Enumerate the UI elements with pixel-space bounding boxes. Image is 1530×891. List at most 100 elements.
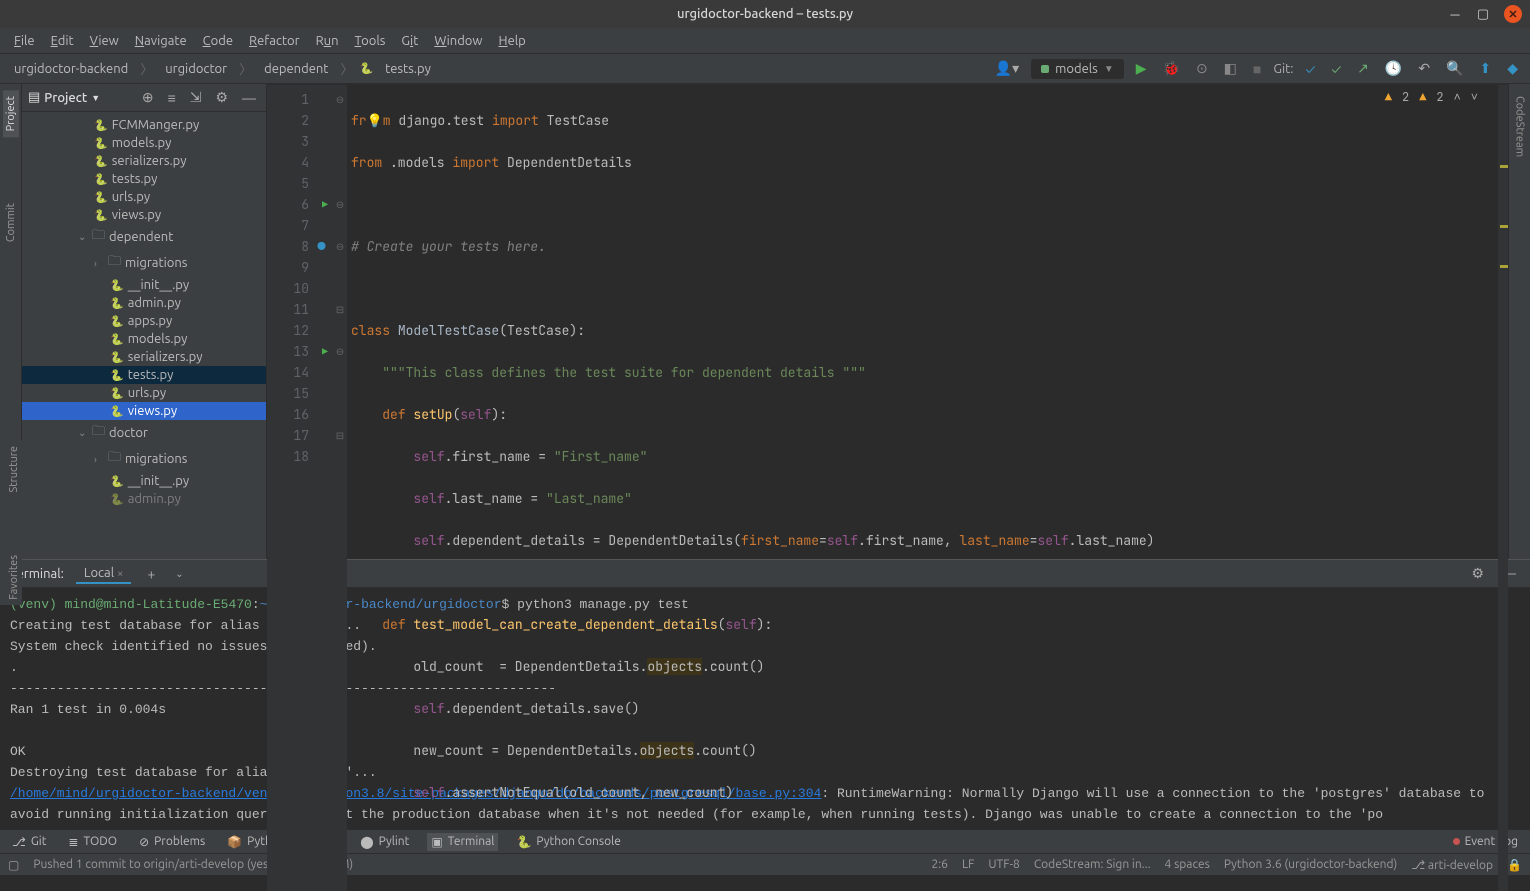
- chevron-right-icon: 〉: [239, 59, 252, 78]
- tree-file-tests: 🐍tests.py: [22, 366, 266, 384]
- chevron-down-icon: ▼: [1104, 63, 1114, 75]
- tree-file: 🐍__init__.py: [22, 472, 266, 490]
- close-icon[interactable]: ×: [117, 568, 123, 580]
- tree-file: 🐍models.py: [22, 134, 266, 152]
- run-marker-icon[interactable]: ▶: [317, 341, 333, 362]
- python-icon: 🐍: [94, 119, 108, 132]
- python-icon: 🐍: [110, 279, 124, 292]
- crumb-1[interactable]: urgidoctor: [159, 60, 233, 78]
- folder-icon: 🗀: [108, 448, 121, 470]
- project-header: ▤ Project ▼ ⊕ ≡ ⇲ ⚙ —: [22, 84, 266, 112]
- git-update-button[interactable]: ✓: [1301, 59, 1319, 79]
- user-icon[interactable]: 👤▾: [991, 58, 1023, 79]
- settings-icon[interactable]: ⚙: [211, 87, 232, 108]
- menu-file[interactable]: File: [8, 32, 41, 50]
- git-push-button[interactable]: ↗: [1353, 58, 1373, 79]
- window-title: urgidoctor-backend – tests.py: [677, 7, 853, 21]
- close-button[interactable]: ✕: [1504, 5, 1522, 23]
- python-icon: 🐍: [110, 475, 124, 488]
- menu-git[interactable]: Git: [395, 32, 424, 50]
- menu-edit[interactable]: Edit: [45, 32, 80, 50]
- lock-icon[interactable]: 🔒: [1507, 858, 1522, 872]
- coverage-button[interactable]: ⊙: [1192, 58, 1212, 79]
- locate-button[interactable]: ⊕: [138, 87, 158, 108]
- crumb-root[interactable]: urgidoctor-backend: [8, 60, 134, 78]
- run-button[interactable]: ▶: [1132, 58, 1151, 79]
- line-gutter: 123456789101112131415161718: [267, 85, 317, 891]
- editor-body[interactable]: ▲2 ▲2 ˄ ˅ 123456789101112131415161718 ▶ …: [267, 85, 1508, 891]
- maximize-button[interactable]: ▢: [1476, 7, 1490, 21]
- git-history-button[interactable]: 🕓: [1381, 58, 1406, 79]
- terminal-dropdown[interactable]: ⌄: [171, 566, 187, 582]
- collapse-all-button[interactable]: ⇲: [186, 87, 206, 108]
- editor-inspections[interactable]: ▲2 ▲2 ˄ ˅: [1385, 89, 1478, 105]
- navbar: urgidoctor-backend 〉 urgidoctor 〉 depend…: [0, 54, 1530, 84]
- toolwin-git[interactable]: ⎇Git: [8, 833, 50, 851]
- rail-structure[interactable]: Structure: [0, 440, 22, 499]
- chevron-right-icon[interactable]: ›: [94, 258, 104, 269]
- folder-icon: 🗀: [108, 252, 121, 274]
- python-icon: 🐍: [110, 333, 124, 346]
- project-title[interactable]: ▤ Project ▼: [28, 90, 132, 105]
- menu-window[interactable]: Window: [428, 32, 488, 50]
- python-icon: 🐍: [359, 62, 373, 75]
- tree-folder-migrations: ›🗀migrations: [22, 446, 266, 472]
- tree-file: 🐍tests.py: [22, 170, 266, 188]
- rail-project[interactable]: Project: [3, 90, 19, 137]
- python-icon: 🐍: [94, 173, 108, 186]
- error-stripe[interactable]: [1498, 85, 1508, 891]
- crumb-2[interactable]: dependent: [258, 60, 334, 78]
- editor-area: 🐍payment/urls.py× 🐍doctor/urls.py× 🐍doct…: [267, 84, 1508, 559]
- tree-file: 🐍urls.py: [22, 384, 266, 402]
- git-commit-button[interactable]: ✓: [1327, 59, 1345, 79]
- search-everywhere-button[interactable]: 🔍: [1442, 58, 1467, 79]
- chevron-down-icon: ▼: [91, 93, 100, 103]
- git-rollback-button[interactable]: ↶: [1414, 58, 1434, 79]
- problems-icon: ⊘: [139, 835, 149, 849]
- project-view-icon: ▤: [28, 90, 40, 105]
- code-content[interactable]: fr💡m django.test import TestCase from .m…: [347, 85, 1498, 891]
- right-tool-rail: CodeStream: [1508, 84, 1530, 559]
- tree-file: 🐍urls.py: [22, 188, 266, 206]
- tree-file: 🐍models.py: [22, 330, 266, 348]
- menu-help[interactable]: Help: [493, 32, 532, 50]
- tree-file: 🐍__init__.py: [22, 276, 266, 294]
- warning-icon: ▲: [1385, 89, 1392, 105]
- file-tree[interactable]: 🐍FCMManger.py 🐍models.py 🐍serializers.py…: [22, 112, 266, 559]
- toolwindow-toggle-icon[interactable]: ▢: [8, 858, 19, 872]
- menu-view[interactable]: View: [84, 32, 125, 50]
- menu-run[interactable]: Run: [310, 32, 345, 50]
- menu-tools[interactable]: Tools: [349, 32, 392, 50]
- tree-file: 🐍apps.py: [22, 312, 266, 330]
- chevron-up-icon[interactable]: ˄: [1454, 89, 1461, 105]
- python-icon: 🐍: [94, 191, 108, 204]
- codestream-button[interactable]: ◆: [1503, 58, 1522, 79]
- crumb-file[interactable]: tests.py: [379, 60, 437, 78]
- run-marker-icon[interactable]: ▶: [317, 194, 333, 215]
- menu-refactor[interactable]: Refactor: [243, 32, 306, 50]
- rail-codestream[interactable]: CodeStream: [1512, 90, 1528, 163]
- expand-all-button[interactable]: ≡: [164, 88, 180, 108]
- chevron-down-icon[interactable]: ⌄: [78, 427, 88, 439]
- toolwin-problems[interactable]: ⊘Problems: [135, 833, 209, 851]
- rail-commit[interactable]: Commit: [3, 197, 19, 248]
- rail-favorites[interactable]: Favorites: [0, 549, 22, 606]
- toolwin-todo[interactable]: ≣TODO: [64, 833, 121, 851]
- minimize-button[interactable]: ─: [1448, 7, 1462, 21]
- menu-code[interactable]: Code: [197, 32, 239, 50]
- chevron-right-icon[interactable]: ›: [94, 454, 104, 465]
- new-terminal-button[interactable]: +: [143, 564, 159, 584]
- hide-button[interactable]: —: [238, 88, 260, 108]
- debug-button[interactable]: 🐞: [1159, 58, 1184, 79]
- package-icon: 📦: [227, 835, 242, 849]
- chevron-down-icon[interactable]: ˅: [1471, 89, 1478, 105]
- folder-icon: 🗀: [92, 226, 105, 248]
- ide-update-button[interactable]: ⬆: [1475, 58, 1495, 79]
- python-icon: 🐍: [110, 369, 124, 382]
- run-config-selector[interactable]: models ▼: [1031, 59, 1124, 79]
- chevron-down-icon[interactable]: ⌄: [78, 231, 88, 243]
- menu-navigate[interactable]: Navigate: [129, 32, 193, 50]
- terminal-tab[interactable]: Local ×: [76, 564, 132, 584]
- profile-button[interactable]: ◧: [1220, 58, 1241, 79]
- stop-button[interactable]: ■: [1249, 59, 1265, 79]
